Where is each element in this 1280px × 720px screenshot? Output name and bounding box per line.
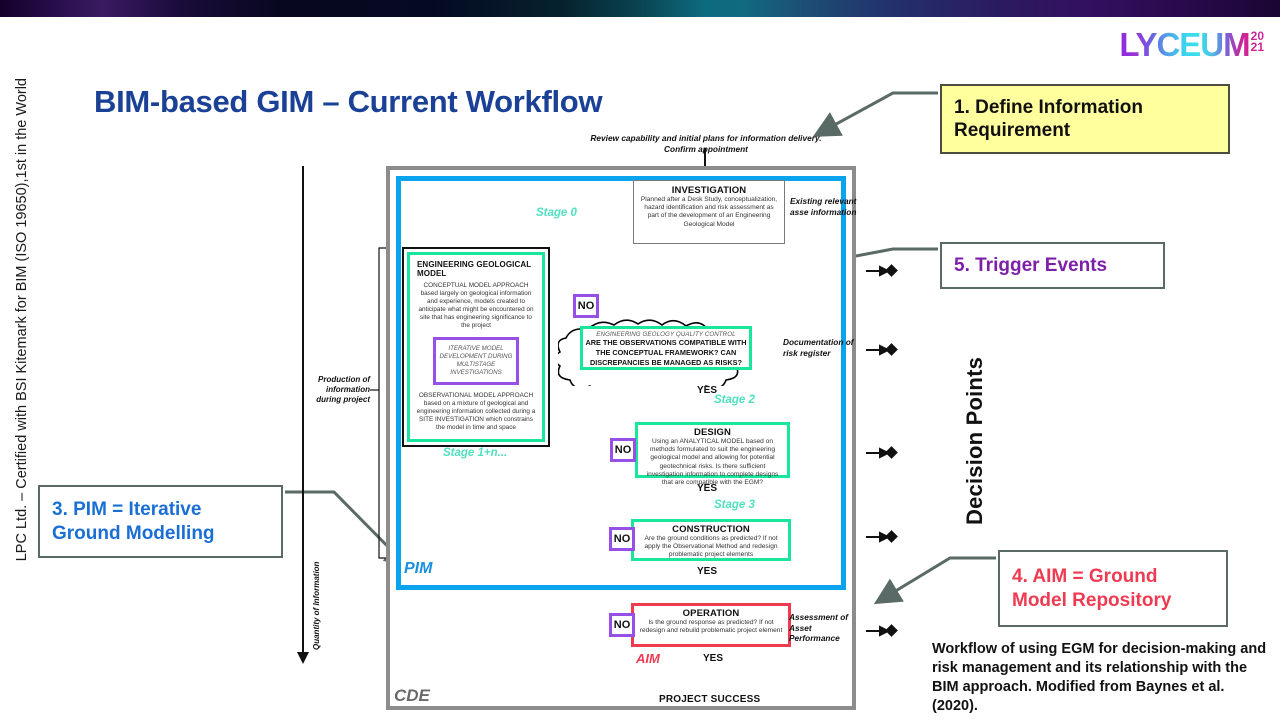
- quality-control-questions: ARE THE OBSERVATIONS COMPATIBLE WITH THE…: [585, 338, 747, 367]
- node-design-body: Using an ANALYTICAL MODEL based on metho…: [646, 438, 779, 486]
- node-egm-iterative-box[interactable]: ITERATIVE MODEL DEVELOPMENT DURING MULTI…: [433, 336, 519, 385]
- node-operation-body: Is the ground response as predicted? If …: [639, 619, 783, 635]
- lyceum-logo-year: 20 21: [1251, 31, 1264, 53]
- quality-control-title: ENGINEERING GEOLOGY QUALITY CONTROL: [596, 331, 736, 338]
- node-egm-observational-text: OBSERVATIONAL MODEL APPROACH based on a …: [416, 391, 536, 431]
- quality-control-inner-box: ENGINEERING GEOLOGY QUALITY CONTROL ARE …: [580, 326, 752, 370]
- node-investigation-heading: INVESTIGATION: [671, 185, 747, 196]
- note-existing-asset-information: Existing relevant asse information: [790, 196, 857, 217]
- lyceum-logo: LYCEUM 20 21: [1119, 28, 1264, 61]
- label-stage-1n: Stage 1+n...: [443, 447, 508, 459]
- logo-year-bottom: 21: [1250, 40, 1264, 54]
- callout-aim-label: 4. AIM = Ground Model Repository: [1012, 566, 1172, 611]
- axis-note-production-of-information: Production of information during project: [316, 375, 370, 404]
- node-construction-heading: CONSTRUCTION: [672, 524, 750, 535]
- decorative-gradient-band: [0, 0, 1280, 17]
- label-stage-2: Stage 2: [714, 394, 755, 406]
- label-yes-design: YES: [697, 483, 718, 494]
- note-review-capability: Review capability and initial plans for …: [590, 133, 822, 154]
- axis-label-quantity-of-information: Quantity of Information: [312, 561, 321, 650]
- label-stage-0: Stage 0: [536, 207, 577, 219]
- callout-pim-label: 3. PIM = Iterative Ground Modelling: [52, 499, 215, 544]
- axis-label-decision-points: Decision Points: [962, 356, 987, 525]
- callout-trigger-events[interactable]: 5. Trigger Events: [940, 242, 1165, 289]
- decision-chip-no-operation[interactable]: NO: [609, 613, 635, 637]
- footer-vertical-credit: LPC Ltd. – Certified with BSI Kitemark f…: [14, 78, 30, 562]
- note-documentation-risk-register: Documentation of risk register: [783, 337, 854, 358]
- decision-chip-no-quality-control[interactable]: NO: [573, 294, 599, 318]
- callout-pim-iterative-ground-modelling[interactable]: 3. PIM = Iterative Ground Modelling: [38, 485, 283, 558]
- figure-caption: Workflow of using EGM for decision-makin…: [932, 641, 1267, 715]
- node-egm-heading: ENGINEERING GEOLOGICAL MODEL: [417, 260, 532, 278]
- node-egm-iterative-text: ITERATIVE MODEL DEVELOPMENT DURING MULTI…: [439, 344, 513, 376]
- node-engineering-geological-model[interactable]: ENGINEERING GEOLOGICAL MODEL CONCEPTUAL …: [402, 247, 550, 447]
- node-egm-inner-frame: ENGINEERING GEOLOGICAL MODEL CONCEPTUAL …: [407, 252, 545, 442]
- node-operation-heading: OPERATION: [682, 608, 740, 619]
- note-assessment-asset-performance: Assessment of Asset Performance: [789, 612, 849, 644]
- label-stage-3: Stage 3: [714, 499, 755, 511]
- callout-trigger-label: 5. Trigger Events: [954, 254, 1108, 276]
- callout-aim-ground-model-repository[interactable]: 4. AIM = Ground Model Repository: [998, 550, 1228, 627]
- label-yes-construction: YES: [697, 566, 718, 577]
- node-construction-body: Are the ground conditions as predicted? …: [644, 535, 778, 559]
- label-yes-operation: YES: [703, 653, 724, 664]
- node-investigation[interactable]: INVESTIGATION Planned after a Desk Study…: [633, 180, 785, 244]
- node-operation[interactable]: OPERATION Is the ground response as pred…: [631, 603, 791, 647]
- page-title: BIM-based GIM – Current Workflow: [94, 84, 603, 119]
- callout-define-label: 1. Define Information Requirement: [954, 96, 1143, 141]
- node-design[interactable]: DESIGN Using an ANALYTICAL MODEL based o…: [635, 422, 790, 486]
- decision-chip-no-design[interactable]: NO: [610, 438, 636, 462]
- node-investigation-body: Planned after a Desk Study, conceptualiz…: [640, 196, 778, 228]
- label-project-success: PROJECT SUCCESS: [659, 694, 761, 705]
- slide-canvas: LYCEUM 20 21 LPC Ltd. – Certified with B…: [0, 0, 1280, 720]
- node-egm-conceptual-text: CONCEPTUAL MODEL APPROACH based largely …: [418, 282, 534, 329]
- node-quality-control-cloud[interactable]: ENGINEERING GEOLOGY QUALITY CONTROL ARE …: [554, 310, 773, 394]
- node-construction[interactable]: CONSTRUCTION Are the ground conditions a…: [631, 519, 791, 561]
- label-aim: AIM: [636, 651, 660, 666]
- node-design-heading: DESIGN: [693, 427, 732, 438]
- label-cde: CDE: [394, 686, 430, 705]
- decision-chip-no-construction[interactable]: NO: [609, 527, 635, 551]
- lyceum-logo-wordmark: LYCEUM: [1119, 26, 1250, 63]
- callout-define-information-requirement[interactable]: 1. Define Information Requirement: [940, 84, 1230, 154]
- label-pim: PIM: [404, 560, 433, 577]
